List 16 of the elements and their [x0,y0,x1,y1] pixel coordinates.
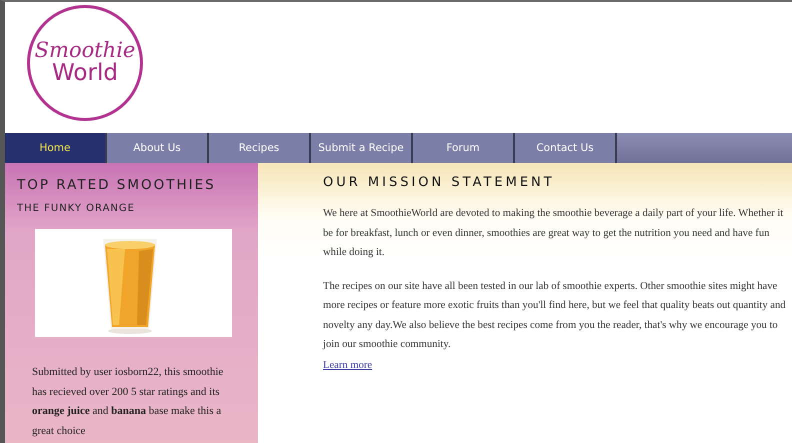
nav-tab[interactable]: Submit a Recipe [311,133,413,163]
mission-paragraph: The recipes on our site have all been tested in our lab of smoothie experts. Other smoothie sites might have more recipes or feature more exotic fruits than you'll find here, but we feel that quality beats out quantity and novelty any day.We also believe the best recipes come from you the reader, that's why we encourage you to join our smoothie community. [323,280,787,352]
section-heading: OUR MISSION STATEMENT [323,175,556,190]
nav-tab[interactable]: About Us [107,133,209,163]
logo-badge[interactable]: Smoothie World [27,5,143,121]
smoothie-description: Submitted by user iosborn22, this smoothie has recieved over 200 5 star ratings and its orange juice and banana base make this a great choice [32,365,224,438]
nav-tab[interactable]: Home [5,133,107,163]
nav-tab[interactable]: Contact Us [515,133,617,163]
smoothie-name: THE FUNKY ORANGE [17,203,136,214]
learn-more-link[interactable]: Learn more [323,360,372,370]
sidebar-heading: TOP RATED SMOOTHIES [17,177,217,193]
nav-tab[interactable]: Forum [413,133,515,163]
nav-tab[interactable]: Recipes [209,133,311,163]
logo-text: Smoothie [34,39,136,62]
logo-text: World [52,61,118,87]
mission-paragraph: We here at SmoothieWorld are devoted to making the smoothie beverage a daily part of your life. Whether it be for breakfast, lunch or even dinner, smoothies are great way to get the nutrition you need and have fun while doing it. [323,207,784,260]
